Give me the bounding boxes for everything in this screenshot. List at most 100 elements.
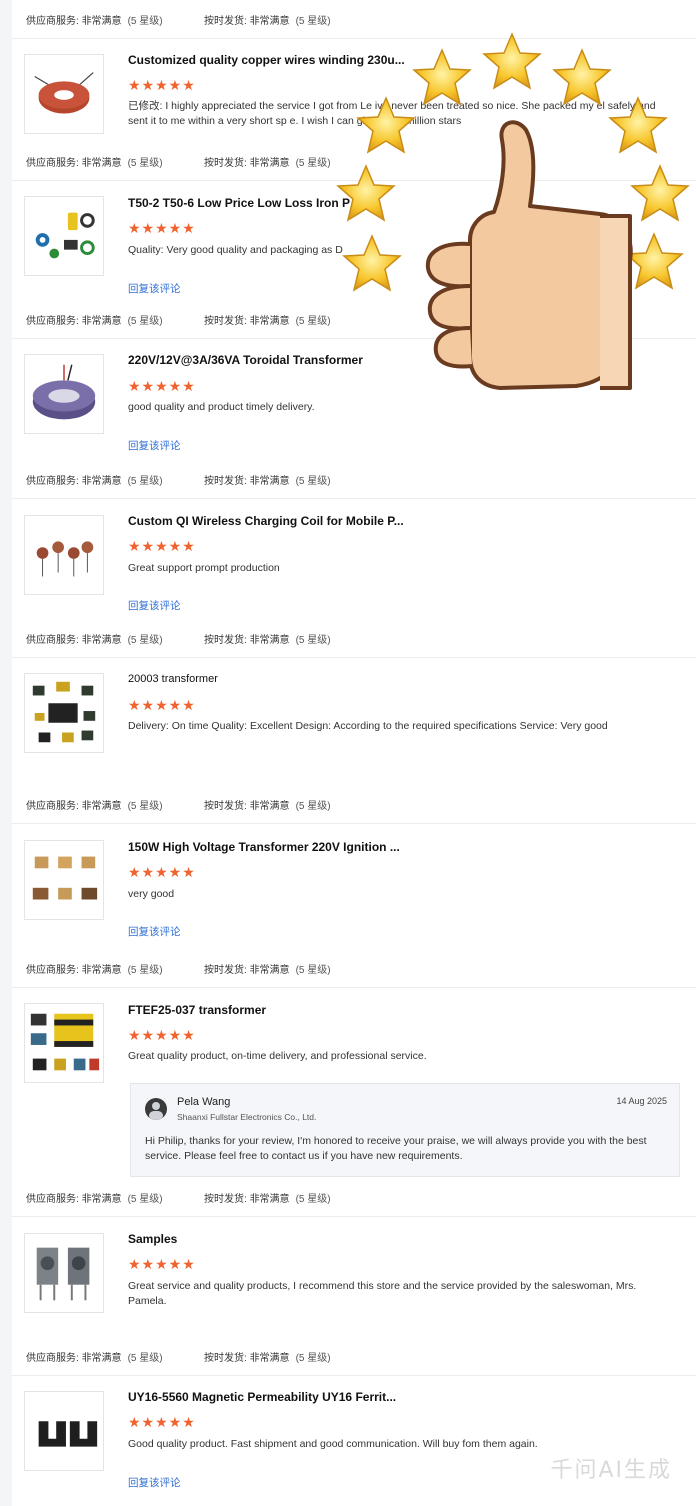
review-meta-row: 供应商服务: 非常满意 (5 星级) 按时发货: 非常满意 (5 星级): [26, 12, 331, 27]
review-text: Great service and quality products, I re…: [128, 1280, 637, 1307]
delivery-value: 非常满意: [249, 965, 290, 976]
level-text: (5 星级): [127, 635, 163, 646]
seller-company[interactable]: Shaanxi Fullstar Electronics Co., Ltd.: [177, 1112, 316, 1122]
rating-stars: ★★★★★: [128, 378, 196, 394]
product-thumbnail[interactable]: [24, 196, 104, 276]
level-text: (5 星级): [295, 476, 331, 487]
service-label: 供应商服务:: [26, 1194, 79, 1205]
reply-to-review-link[interactable]: 回复该评论: [128, 438, 181, 453]
delivery-value: 非常满意: [249, 635, 290, 646]
product-thumbnail[interactable]: [24, 1391, 104, 1471]
review-product-title[interactable]: 220V/12V@3A/36VA Toroidal Transformer: [128, 353, 418, 367]
review-text: Great support prompt production: [128, 562, 280, 574]
review-text: Delivery: On time Quality: Excellent Des…: [128, 720, 608, 732]
seller-avatar: [145, 1098, 167, 1120]
divider: [12, 987, 696, 988]
delivery-label: 按时发货:: [204, 1194, 247, 1205]
review-meta-row: 供应商服务: 非常满意 (5 星级) 按时发货: 非常满意 (5 星级): [26, 472, 331, 487]
level-text: (5 星级): [295, 1353, 331, 1364]
level-text: (5 星级): [127, 16, 163, 27]
review-text: very good: [128, 888, 175, 900]
review-product-title[interactable]: UY16-5560 Magnetic Permeability UY16 Fer…: [128, 1390, 418, 1404]
review-product-title[interactable]: Customized quality copper wires winding …: [128, 53, 418, 67]
service-label: 供应商服务:: [26, 965, 79, 976]
review-meta-row: 供应商服务: 非常满意 (5 星级) 按时发货: 非常满意 (5 星级): [26, 312, 331, 327]
review-product-title[interactable]: 150W High Voltage Transformer 220V Ignit…: [128, 840, 418, 854]
wireless-coil-icon: [25, 516, 103, 594]
review-product-title[interactable]: 20003 transformer: [128, 673, 418, 685]
service-value: 非常满意: [81, 1194, 122, 1205]
service-label: 供应商服务:: [26, 635, 79, 646]
rating-stars: ★★★★★: [128, 77, 196, 93]
service-label: 供应商服务:: [26, 16, 79, 27]
divider: [12, 180, 696, 181]
level-text: (5 星级): [127, 801, 163, 812]
level-text: (5 星级): [295, 16, 331, 27]
delivery-label: 按时发货:: [204, 1353, 247, 1364]
divider: [12, 1216, 696, 1217]
review-meta-row: 供应商服务: 非常满意 (5 星级) 按时发货: 非常满意 (5 星级): [26, 154, 331, 169]
review-product-title[interactable]: Custom QI Wireless Charging Coil for Mob…: [128, 514, 418, 528]
seller-name: Pela Wang: [177, 1096, 231, 1108]
iron-powder-cores-icon: [25, 197, 103, 275]
rating-stars: ★★★★★: [128, 864, 196, 880]
divider: [12, 657, 696, 658]
smd-transformers-icon: [25, 674, 103, 752]
review-text: good quality and product timely delivery…: [128, 401, 315, 413]
seller-reply-box: Pela Wang Shaanxi Fullstar Electronics C…: [130, 1083, 680, 1177]
review-product-title[interactable]: T50-2 T50-6 Low Price Low Loss Iron P T.…: [128, 196, 418, 210]
toroidal-transformer-icon: [25, 355, 103, 433]
reviews-page: 供应商服务: 非常满意 (5 星级) 按时发货: 非常满意 (5 星级) Custo…: [12, 0, 696, 1506]
service-label: 供应商服务:: [26, 801, 79, 812]
reply-to-review-link[interactable]: 回复该评论: [128, 924, 181, 939]
service-value: 非常满意: [81, 635, 122, 646]
level-text: (5 星级): [295, 635, 331, 646]
level-text: (5 星级): [295, 801, 331, 812]
service-value: 非常满意: [81, 316, 122, 327]
review-meta-row: 供应商服务: 非常满意 (5 星级) 按时发货: 非常满意 (5 星级): [26, 961, 331, 976]
review-text: Quality: Very good quality and packaging…: [128, 244, 343, 256]
service-value: 非常满意: [81, 1353, 122, 1364]
level-text: (5 星级): [295, 965, 331, 976]
review-text: Good quality product. Fast shipment and …: [128, 1438, 538, 1450]
level-text: (5 星级): [127, 476, 163, 487]
reply-to-review-link[interactable]: 回复该评论: [128, 1475, 181, 1490]
rating-stars: ★★★★★: [128, 1414, 196, 1430]
product-thumbnail[interactable]: [24, 1233, 104, 1313]
delivery-label: 按时发货:: [204, 476, 247, 487]
rating-stars: ★★★★★: [128, 1256, 196, 1272]
service-label: 供应商服务:: [26, 1353, 79, 1364]
product-thumbnail[interactable]: [24, 54, 104, 134]
product-thumbnail[interactable]: [24, 515, 104, 595]
delivery-label: 按时发货:: [204, 635, 247, 646]
ef25-transformer-icon: [25, 1004, 103, 1082]
delivery-value: 非常满意: [249, 1353, 290, 1364]
level-text: (5 星级): [127, 965, 163, 976]
delivery-value: 非常满意: [249, 1194, 290, 1205]
review-meta-row: 供应商服务: 非常满意 (5 星级) 按时发货: 非常满意 (5 星级): [26, 1349, 331, 1364]
hv-transformers-icon: [25, 841, 103, 919]
reply-to-review-link[interactable]: 回复该评论: [128, 281, 181, 296]
level-text: (5 星级): [127, 1194, 163, 1205]
level-text: (5 星级): [295, 316, 331, 327]
seller-reply-text: Hi Philip, thanks for your review, I'm h…: [145, 1135, 647, 1162]
divider: [12, 338, 696, 339]
ai-watermark: 千问AI生成: [550, 1458, 672, 1483]
ferrite-core-icon: [25, 1392, 103, 1470]
product-thumbnail[interactable]: [24, 1003, 104, 1083]
product-thumbnail[interactable]: [24, 840, 104, 920]
product-thumbnail[interactable]: [24, 354, 104, 434]
review-product-title[interactable]: FTEF25-037 transformer: [128, 1003, 418, 1017]
review-text: Great quality product, on-time delivery,…: [128, 1050, 427, 1062]
level-text: (5 星级): [295, 158, 331, 169]
rating-stars: ★★★★★: [128, 220, 196, 236]
product-thumbnail[interactable]: [24, 673, 104, 753]
reply-to-review-link[interactable]: 回复该评论: [128, 598, 181, 613]
toroid-copper-icon: [25, 55, 103, 133]
service-label: 供应商服务:: [26, 316, 79, 327]
sample-transformers-icon: [25, 1234, 103, 1312]
review-meta-row: 供应商服务: 非常满意 (5 星级) 按时发货: 非常满意 (5 星级): [26, 631, 331, 646]
review-product-title[interactable]: Samples: [128, 1232, 418, 1246]
level-text: (5 星级): [127, 1353, 163, 1364]
delivery-label: 按时发货:: [204, 16, 247, 27]
